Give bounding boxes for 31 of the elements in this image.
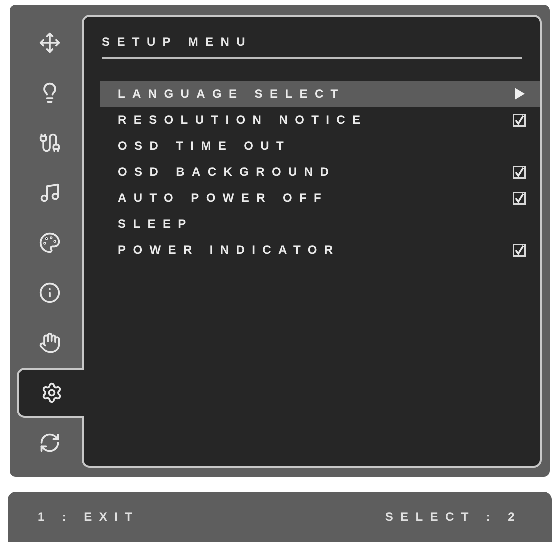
menu-item[interactable]: OSD BACKGROUND: [100, 159, 540, 185]
checked-checkbox-icon[interactable]: [513, 114, 526, 126]
checked-checkbox-icon[interactable]: [513, 166, 526, 178]
settings-icon: [40, 382, 62, 404]
play-arrow-icon: [514, 88, 526, 100]
music-icon: [38, 182, 60, 204]
menu-item[interactable]: OSD TIME OUT: [100, 133, 540, 159]
checked-checkbox-icon[interactable]: [513, 192, 526, 204]
menu-item-label: SLEEP: [118, 216, 194, 233]
menu-item-label: POWER INDICATOR: [118, 242, 340, 259]
menu-title: SETUP MENU: [102, 34, 254, 51]
palette-icon: [38, 232, 60, 254]
menu-item[interactable]: SLEEP: [100, 211, 540, 237]
menu-item-label: LANGUAGE SELECT: [118, 86, 346, 103]
select-hint: SELECT : 2: [385, 509, 522, 526]
menu-item[interactable]: LANGUAGE SELECT: [100, 81, 540, 107]
move-icon: [38, 32, 60, 54]
menu-item[interactable]: POWER INDICATOR: [100, 237, 540, 263]
checked-checkbox-icon[interactable]: [513, 244, 526, 256]
menu-item-label: OSD TIME OUT: [118, 138, 292, 155]
refresh-icon: [38, 432, 60, 454]
menu-item-label: RESOLUTION NOTICE: [118, 112, 368, 129]
menu-item[interactable]: RESOLUTION NOTICE: [100, 107, 540, 133]
hand-icon: [38, 332, 60, 354]
sidebar-tab[interactable]: [17, 368, 84, 418]
cable-icon: [38, 132, 60, 154]
exit-hint: 1 : EXIT: [38, 509, 140, 526]
menu-item-label: OSD BACKGROUND: [118, 164, 336, 181]
menu-item-label: AUTO POWER OFF: [118, 190, 329, 207]
menu-item[interactable]: AUTO POWER OFF: [100, 185, 540, 211]
info-icon: [38, 282, 60, 304]
